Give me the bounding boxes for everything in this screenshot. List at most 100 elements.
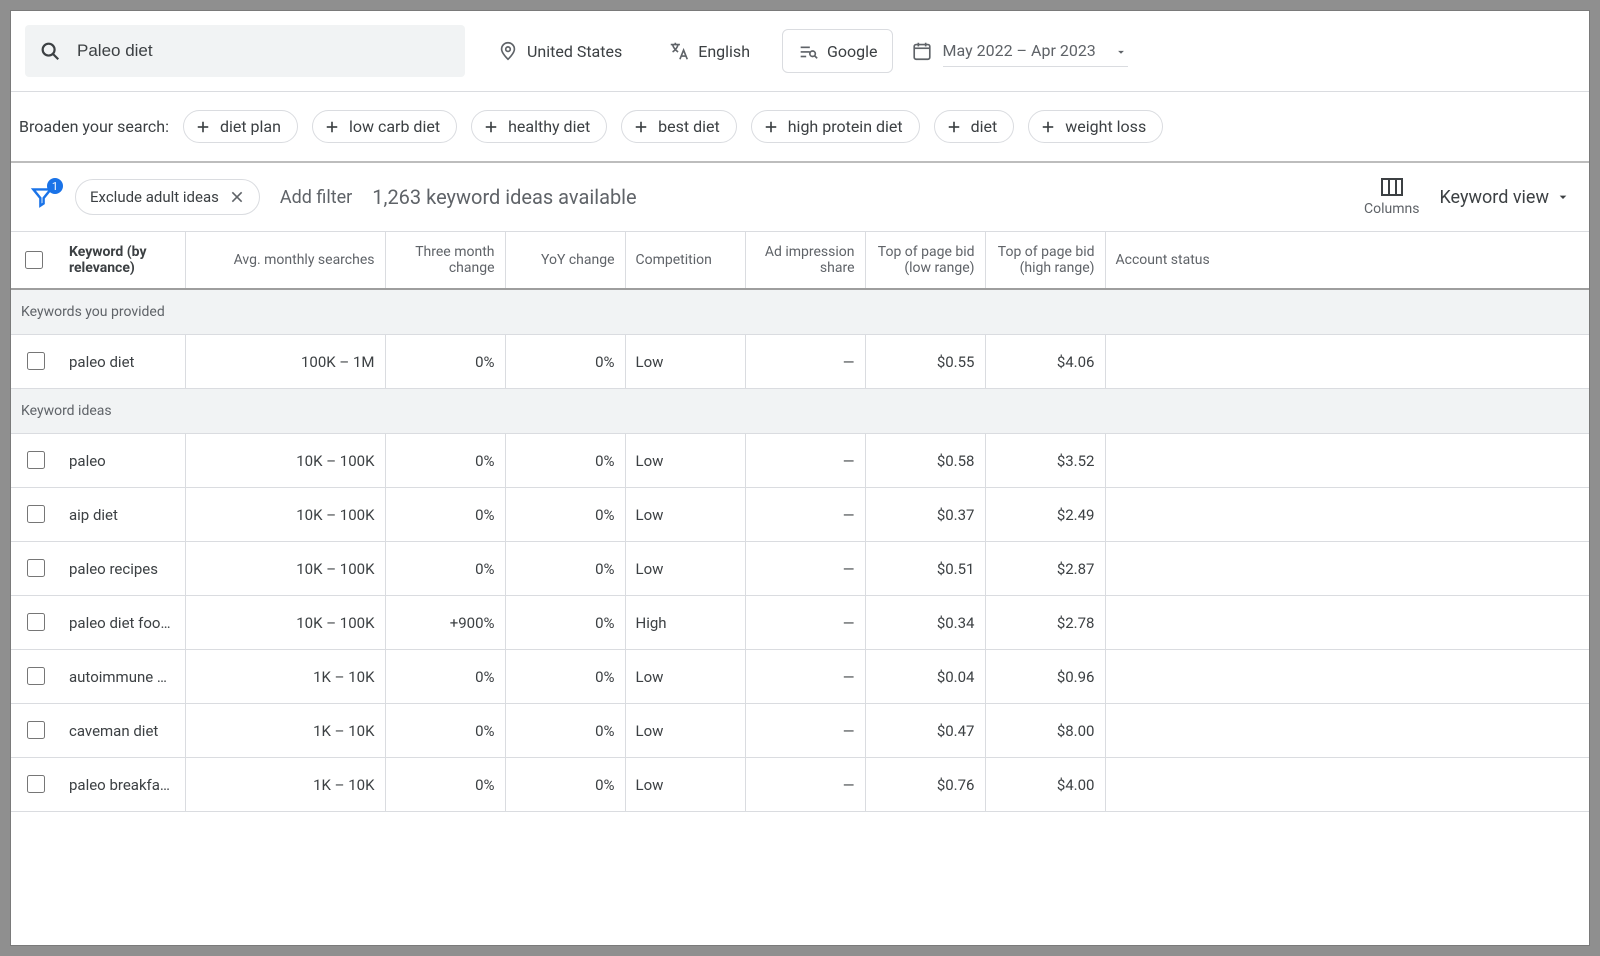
table-section-row: Keyword ideas	[11, 389, 1589, 434]
network-text: Google	[827, 42, 878, 61]
row-checkbox[interactable]	[27, 613, 45, 631]
row-checkbox[interactable]	[27, 775, 45, 793]
cell-impression: —	[745, 542, 865, 596]
location-icon	[497, 40, 519, 62]
language-text: English	[698, 42, 750, 61]
cell-bid-high: $0.96	[985, 650, 1105, 704]
table-row[interactable]: paleo10K – 100K0%0%Low—$0.58$3.52	[11, 434, 1589, 488]
plus-icon	[482, 118, 500, 136]
chip-label: diet plan	[220, 117, 281, 136]
row-checkbox[interactable]	[27, 352, 45, 370]
row-checkbox[interactable]	[27, 667, 45, 685]
chip-label: weight loss	[1065, 117, 1146, 136]
network-selector[interactable]: Google	[782, 29, 893, 73]
cell-bid-high: $2.49	[985, 488, 1105, 542]
plus-icon	[945, 118, 963, 136]
language-selector[interactable]: English	[654, 30, 764, 72]
plus-icon	[762, 118, 780, 136]
location-selector[interactable]: United States	[483, 30, 636, 72]
column-header-keyword[interactable]: Keyword (by relevance)	[59, 232, 185, 289]
select-all-checkbox[interactable]	[25, 251, 43, 269]
row-checkbox[interactable]	[27, 451, 45, 469]
column-header-bid-high[interactable]: Top of page bid (high range)	[985, 232, 1105, 289]
cell-avg: 1K – 10K	[185, 650, 385, 704]
cell-account	[1105, 758, 1589, 812]
row-checkbox[interactable]	[27, 505, 45, 523]
cell-impression: —	[745, 488, 865, 542]
cell-competition: Low	[625, 542, 745, 596]
search-box[interactable]	[25, 25, 465, 77]
column-header-account[interactable]: Account status	[1105, 232, 1589, 289]
table-row[interactable]: caveman diet1K – 10K0%0%Low—$0.47$8.00	[11, 704, 1589, 758]
columns-button[interactable]: Columns	[1364, 177, 1419, 217]
column-header-bid-low[interactable]: Top of page bid (low range)	[865, 232, 985, 289]
table-row[interactable]: autoimmune …1K – 10K0%0%Low—$0.04$0.96	[11, 650, 1589, 704]
column-header-avg[interactable]: Avg. monthly searches	[185, 232, 385, 289]
cell-avg: 10K – 100K	[185, 434, 385, 488]
location-text: United States	[527, 42, 622, 61]
close-icon[interactable]	[229, 189, 245, 205]
row-checkbox[interactable]	[27, 721, 45, 739]
cell-bid-low: $0.04	[865, 650, 985, 704]
cell-impression: —	[745, 335, 865, 389]
table-row[interactable]: paleo breakfa…1K – 10K0%0%Low—$0.76$4.00	[11, 758, 1589, 812]
search-input[interactable]	[75, 40, 451, 62]
cell-keyword: caveman diet	[59, 704, 185, 758]
broaden-chip[interactable]: low carb diet	[312, 110, 457, 143]
broaden-chip[interactable]: high protein diet	[751, 110, 920, 143]
cell-bid-low: $0.37	[865, 488, 985, 542]
cell-yoy: 0%	[505, 704, 625, 758]
cell-yoy: 0%	[505, 542, 625, 596]
cell-avg: 10K – 100K	[185, 542, 385, 596]
table-row[interactable]: aip diet10K – 100K0%0%Low—$0.37$2.49	[11, 488, 1589, 542]
cell-three-month: +900%	[385, 596, 505, 650]
cell-bid-low: $0.55	[865, 335, 985, 389]
cell-three-month: 0%	[385, 542, 505, 596]
column-header-yoy[interactable]: YoY change	[505, 232, 625, 289]
cell-account	[1105, 542, 1589, 596]
broaden-chip[interactable]: weight loss	[1028, 110, 1163, 143]
broaden-chip[interactable]: best diet	[621, 110, 737, 143]
cell-avg: 10K – 100K	[185, 488, 385, 542]
search-icon	[39, 40, 61, 62]
cell-bid-low: $0.34	[865, 596, 985, 650]
column-header-competition[interactable]: Competition	[625, 232, 745, 289]
chip-label: best diet	[658, 117, 720, 136]
dropdown-icon	[1114, 45, 1128, 59]
date-range-selector[interactable]: May 2022 – Apr 2023	[911, 35, 1128, 67]
add-filter-link[interactable]: Add filter	[280, 187, 352, 208]
date-range-text: May 2022 – Apr 2023	[943, 35, 1128, 67]
cell-competition: Low	[625, 335, 745, 389]
table-row[interactable]: paleo diet foo…10K – 100K+900%0%High—$0.…	[11, 596, 1589, 650]
column-header-impression[interactable]: Ad impression share	[745, 232, 865, 289]
column-header-three-month[interactable]: Three month change	[385, 232, 505, 289]
cell-yoy: 0%	[505, 488, 625, 542]
cell-three-month: 0%	[385, 650, 505, 704]
broaden-chip[interactable]: diet plan	[183, 110, 298, 143]
cell-competition: High	[625, 596, 745, 650]
cell-keyword: paleo	[59, 434, 185, 488]
cell-keyword: paleo diet foo…	[59, 596, 185, 650]
broaden-chip[interactable]: healthy diet	[471, 110, 607, 143]
broaden-chip[interactable]: diet	[934, 110, 1015, 143]
cell-avg: 1K – 10K	[185, 704, 385, 758]
view-label: Keyword view	[1439, 187, 1549, 208]
calendar-icon	[911, 40, 933, 62]
chip-label: diet	[971, 117, 998, 136]
dropdown-icon	[1555, 189, 1571, 205]
filter-icon-button[interactable]: 1	[29, 184, 55, 210]
chip-label: low carb diet	[349, 117, 440, 136]
table-row[interactable]: paleo diet100K – 1M0%0%Low—$0.55$4.06	[11, 335, 1589, 389]
active-filter-chip[interactable]: Exclude adult ideas	[75, 179, 260, 215]
cell-impression: —	[745, 758, 865, 812]
cell-avg: 10K – 100K	[185, 596, 385, 650]
table-row[interactable]: paleo recipes10K – 100K0%0%Low—$0.51$2.8…	[11, 542, 1589, 596]
cell-account	[1105, 335, 1589, 389]
cell-competition: Low	[625, 758, 745, 812]
row-checkbox[interactable]	[27, 559, 45, 577]
columns-label: Columns	[1364, 201, 1419, 217]
language-icon	[668, 40, 690, 62]
view-switcher[interactable]: Keyword view	[1439, 187, 1571, 208]
cell-keyword: paleo breakfa…	[59, 758, 185, 812]
cell-yoy: 0%	[505, 434, 625, 488]
